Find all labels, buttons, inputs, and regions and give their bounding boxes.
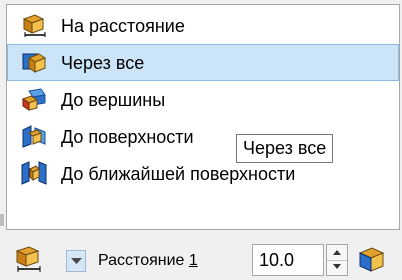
menu-item-to-nearest-surface[interactable]: До ближайшей поверхности	[7, 155, 399, 192]
extrude-to-vertex-icon	[21, 88, 46, 111]
extrude-to-nearest-surface-icon	[21, 161, 47, 185]
spin-up-button[interactable]	[327, 245, 347, 261]
chevron-down-icon	[71, 258, 82, 264]
panel-edge-marker	[0, 214, 4, 226]
menu-item-distance[interactable]: На расстояние	[7, 7, 399, 44]
extrude-to-surface-icon	[22, 125, 46, 148]
distance-label: Расстояние 1	[98, 252, 198, 269]
extrusion-type-dropdown-menu: На расстояние Через все До вершины До по…	[6, 4, 400, 230]
extrude-distance-icon	[22, 14, 46, 37]
arrow-up-icon	[333, 250, 341, 255]
extrude-distance-icon[interactable]	[14, 244, 42, 272]
parameters-toolbar: Расстояние 1 10.0	[0, 236, 402, 280]
extrusion-type-dropdown-button[interactable]	[66, 250, 86, 272]
menu-item-to-surface[interactable]: До поверхности	[7, 118, 399, 155]
distance-value-input[interactable]: 10.0	[252, 244, 324, 276]
menu-item-to-vertex[interactable]: До вершины	[7, 81, 399, 118]
arrow-down-icon	[333, 264, 341, 269]
menu-item-label: До поверхности	[61, 127, 194, 147]
menu-item-label: До ближайшей поверхности	[61, 164, 296, 184]
menu-item-through-all[interactable]: Через все	[7, 44, 399, 81]
extrude-direction-icon[interactable]	[356, 244, 386, 274]
menu-item-label: Через все	[61, 53, 145, 73]
menu-item-label: До вершины	[61, 90, 166, 110]
extrude-through-all-icon	[22, 53, 47, 73]
menu-item-label: На расстояние	[61, 16, 185, 36]
tooltip: Через все	[236, 134, 334, 163]
distance-spinner[interactable]	[326, 244, 348, 276]
spin-down-button[interactable]	[327, 260, 347, 275]
